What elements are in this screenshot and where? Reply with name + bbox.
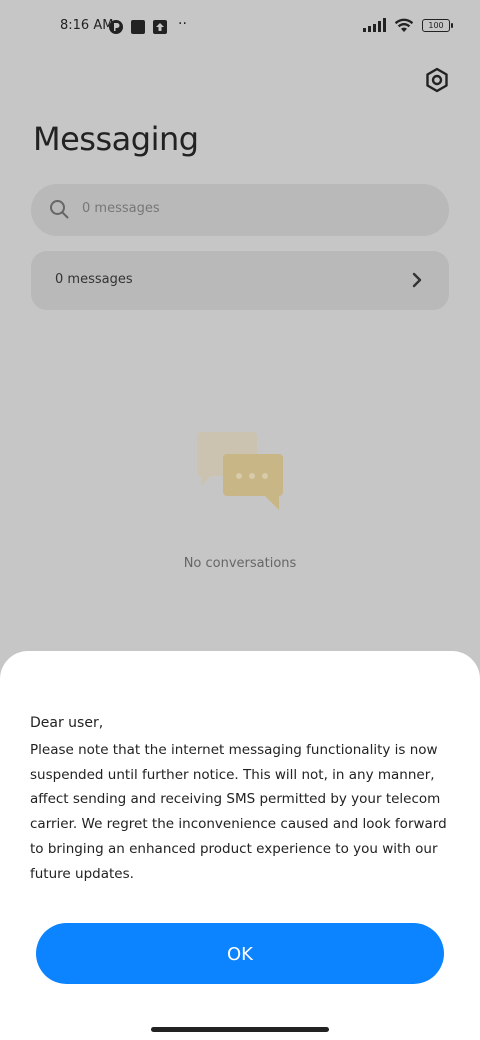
- chevron-right-icon: [412, 272, 422, 288]
- home-indicator[interactable]: [151, 1027, 329, 1032]
- signal-icon: [363, 18, 386, 32]
- status-time: 8:16 AM: [60, 18, 114, 33]
- dialog-greeting: Dear user,: [30, 715, 104, 731]
- settings-icon[interactable]: [423, 66, 451, 94]
- messages-row-label: 0 messages: [55, 272, 133, 287]
- page-title: Messaging: [33, 120, 199, 158]
- search-placeholder: 0 messages: [82, 201, 160, 216]
- chat-bubbles-icon: [197, 432, 283, 510]
- notice-dialog: Dear user, Please note that the internet…: [0, 651, 480, 1040]
- search-icon: [50, 200, 69, 219]
- status-square-icon: [131, 20, 145, 34]
- search-input[interactable]: 0 messages: [31, 184, 449, 236]
- status-bar: 8:16 AM ·· 100: [0, 0, 480, 54]
- empty-state-text: No conversations: [183, 556, 297, 571]
- status-app-icon: [109, 20, 123, 34]
- status-upload-icon: [153, 20, 167, 34]
- dialog-body: Please note that the internet messaging …: [30, 742, 447, 882]
- status-more-indicator: ··: [178, 16, 187, 32]
- status-right-group: 100: [363, 17, 453, 33]
- messages-row[interactable]: 0 messages: [31, 251, 449, 310]
- wifi-icon: [394, 18, 414, 32]
- battery-icon: 100: [422, 18, 453, 32]
- ok-button[interactable]: OK: [36, 923, 444, 984]
